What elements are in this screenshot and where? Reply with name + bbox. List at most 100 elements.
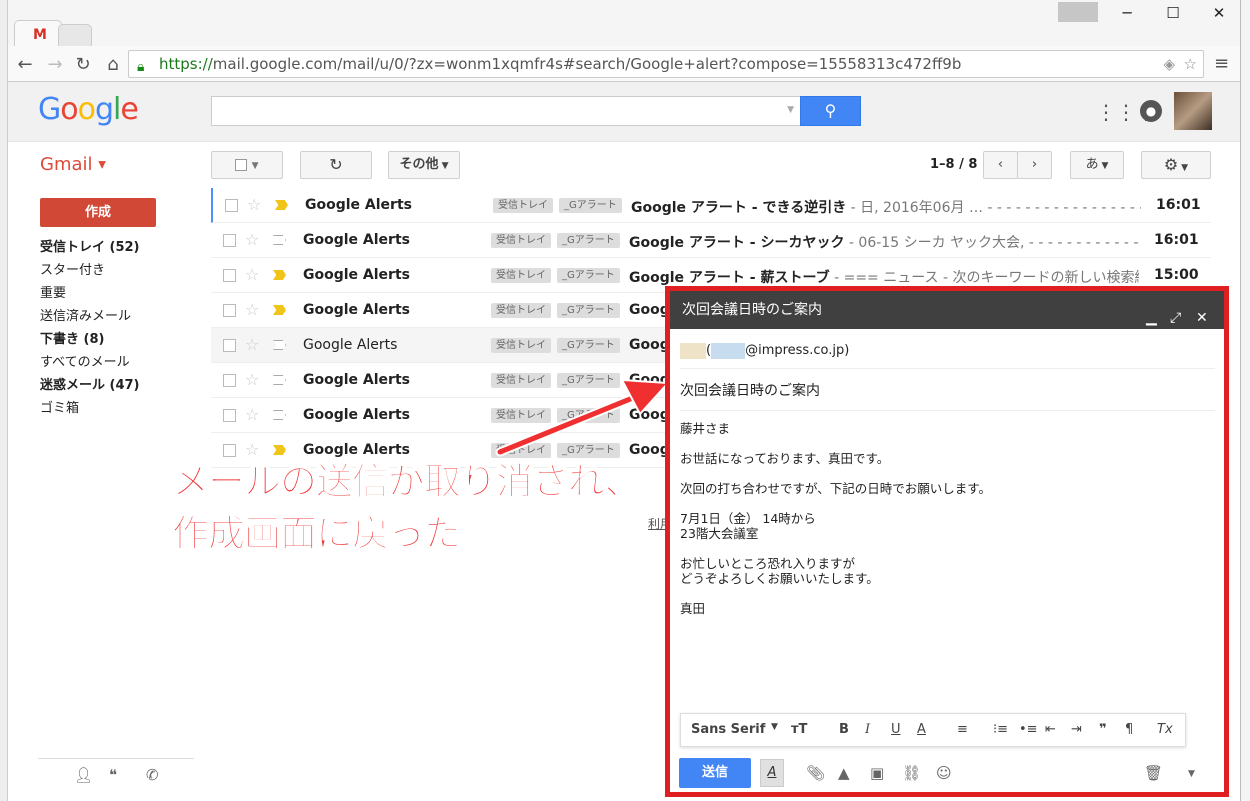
refresh-button[interactable]: ↻ xyxy=(300,151,372,179)
row-checkbox[interactable] xyxy=(225,199,238,212)
sidebar-item[interactable]: 受信トレイ (52) xyxy=(40,238,200,261)
row-checkbox[interactable] xyxy=(223,234,236,247)
table-row[interactable]: ☆ Google Alerts 受信トレイ _Gアラート Google アラート - シ… xyxy=(211,223,1211,258)
text-color-icon[interactable]: A xyxy=(917,722,926,737)
importance-marker-icon[interactable] xyxy=(273,305,286,315)
more-options-icon[interactable]: ▼ xyxy=(1188,769,1195,779)
font-size-icon[interactable]: тT xyxy=(791,722,807,737)
label-chip[interactable]: _Gアラート xyxy=(557,268,620,283)
hangouts-icon[interactable]: ❝ xyxy=(109,766,117,784)
browser-tab-gmail[interactable]: M xyxy=(14,20,62,46)
label-chip[interactable]: _Gアラート xyxy=(557,233,620,248)
sidebar-item[interactable]: ゴミ箱 xyxy=(40,399,200,422)
back-icon[interactable]: ← xyxy=(14,54,36,75)
label-chip[interactable]: 受信トレイ xyxy=(491,408,551,423)
numbered-list-icon[interactable]: ⁝≡ xyxy=(993,722,1008,737)
bulleted-list-icon[interactable]: •≡ xyxy=(1019,722,1038,737)
close-window-button[interactable]: ✕ xyxy=(1196,4,1240,26)
sidebar-item[interactable]: スター付き xyxy=(40,261,200,284)
url-field[interactable]: 🔒︎ https://mail.google.com/mail/u/0/?zx=… xyxy=(128,50,1204,78)
select-checkbox-dropdown[interactable]: ▼ xyxy=(211,151,283,179)
maximize-button[interactable]: ☐ xyxy=(1150,4,1196,26)
underline-icon[interactable]: U xyxy=(891,722,901,737)
importance-marker-icon[interactable] xyxy=(273,235,286,245)
remove-formatting-icon[interactable]: Tx xyxy=(1157,722,1173,737)
emoji-icon[interactable]: ☺ xyxy=(936,764,952,782)
importance-marker-icon[interactable] xyxy=(273,445,286,455)
reload-icon[interactable]: ↻ xyxy=(72,54,94,75)
prev-page-button[interactable]: ‹ xyxy=(983,151,1018,179)
sidebar-item[interactable]: 下書き (8) xyxy=(40,330,200,353)
profile-badge[interactable] xyxy=(1058,2,1098,22)
contacts-icon[interactable]: 👤︎ xyxy=(74,766,93,784)
search-options-icon[interactable]: ▼ xyxy=(787,105,794,115)
table-row[interactable]: ☆ Google Alerts 受信トレイ _Gアラート Google アラート - で… xyxy=(211,188,1211,223)
link-icon[interactable]: ⛓ xyxy=(902,764,921,782)
label-chip[interactable]: _Gアラート xyxy=(557,408,620,423)
star-icon[interactable]: ☆ xyxy=(245,265,259,284)
send-button[interactable]: 送信 xyxy=(679,758,751,788)
home-icon[interactable]: ⌂ xyxy=(102,54,124,75)
bold-icon[interactable]: B xyxy=(839,722,849,737)
rtl-icon[interactable]: ¶ xyxy=(1125,722,1133,737)
sidebar-item[interactable]: 送信済みメール xyxy=(40,307,200,330)
browser-menu-icon[interactable]: ≡ xyxy=(1214,53,1229,74)
forward-icon[interactable]: → xyxy=(44,54,66,75)
italic-icon[interactable]: I xyxy=(865,722,870,737)
search-input[interactable]: ▼ xyxy=(211,96,801,126)
indent-less-icon[interactable]: ⇤ xyxy=(1045,722,1056,737)
star-icon[interactable]: ☆ xyxy=(245,335,259,354)
subject-field[interactable]: 次回会議日時のご案内 xyxy=(680,371,1215,411)
importance-marker-icon[interactable] xyxy=(273,270,286,280)
font-family-select[interactable]: Sans Serif xyxy=(691,722,765,737)
phone-icon[interactable]: ✆ xyxy=(146,766,159,784)
indent-more-icon[interactable]: ⇥ xyxy=(1071,722,1082,737)
sidebar-item[interactable]: 迷惑メール (47) xyxy=(40,376,200,399)
importance-marker-icon[interactable] xyxy=(273,375,286,385)
star-icon[interactable]: ☆ xyxy=(245,370,259,389)
sidebar-item[interactable]: 重要 xyxy=(40,284,200,307)
google-logo[interactable]: Google xyxy=(38,92,139,127)
row-checkbox[interactable] xyxy=(223,339,236,352)
importance-marker-icon[interactable] xyxy=(273,410,286,420)
label-chip[interactable]: _Gアラート xyxy=(557,303,620,318)
minimize-button[interactable]: ─ xyxy=(1104,4,1150,26)
bookmark-star-icon[interactable]: ☆ xyxy=(1184,51,1197,77)
row-checkbox[interactable] xyxy=(223,304,236,317)
star-icon[interactable]: ☆ xyxy=(247,195,261,214)
sidebar-item[interactable]: すべてのメール xyxy=(40,353,200,376)
avatar[interactable] xyxy=(1174,92,1212,130)
label-chip[interactable]: 受信トレイ xyxy=(493,198,553,213)
row-checkbox[interactable] xyxy=(223,374,236,387)
extension-icon[interactable]: ◈ xyxy=(1163,51,1175,77)
compose-button[interactable]: 作成 xyxy=(40,198,156,227)
close-icon[interactable]: ✕ xyxy=(1196,299,1208,337)
star-icon[interactable]: ☆ xyxy=(245,230,259,249)
label-chip[interactable]: _Gアラート xyxy=(557,373,620,388)
star-icon[interactable]: ☆ xyxy=(245,405,259,424)
to-field[interactable]: (@impress.co.jp) xyxy=(680,333,1215,369)
align-icon[interactable]: ≡ xyxy=(957,722,968,737)
label-chip[interactable]: 受信トレイ xyxy=(491,233,551,248)
notification-bell-icon[interactable]: ● xyxy=(1140,100,1162,122)
label-chip[interactable]: _Gアラート xyxy=(557,338,620,353)
trash-icon[interactable]: 🗑︎ xyxy=(1144,764,1163,782)
new-tab-button[interactable] xyxy=(58,24,92,46)
label-chip[interactable]: 受信トレイ xyxy=(491,373,551,388)
importance-marker-icon[interactable] xyxy=(275,200,288,210)
drive-icon[interactable]: ▲ xyxy=(838,764,850,782)
label-chip[interactable]: 受信トレイ xyxy=(491,268,551,283)
row-checkbox[interactable] xyxy=(223,269,236,282)
minimize-icon[interactable]: ▁ xyxy=(1146,299,1157,337)
label-chip[interactable]: 受信トレイ xyxy=(491,338,551,353)
settings-button[interactable]: ⚙ ▼ xyxy=(1141,151,1211,179)
message-body[interactable]: 藤井さま お世話になっております、真田です。 次回の打ち合わせですが、下記の日時でお… xyxy=(680,421,1200,631)
gmail-app-menu[interactable]: Gmail ▼ xyxy=(40,154,106,175)
search-button[interactable]: ⚲ xyxy=(800,96,861,126)
input-tools-button[interactable]: あ ▼ xyxy=(1070,151,1124,179)
label-chip[interactable]: 受信トレイ xyxy=(491,303,551,318)
fullscreen-icon[interactable]: ⤢ xyxy=(1170,299,1181,337)
row-checkbox[interactable] xyxy=(223,409,236,422)
quote-icon[interactable]: ❞ xyxy=(1099,722,1107,737)
photo-icon[interactable]: ▣ xyxy=(870,764,884,782)
